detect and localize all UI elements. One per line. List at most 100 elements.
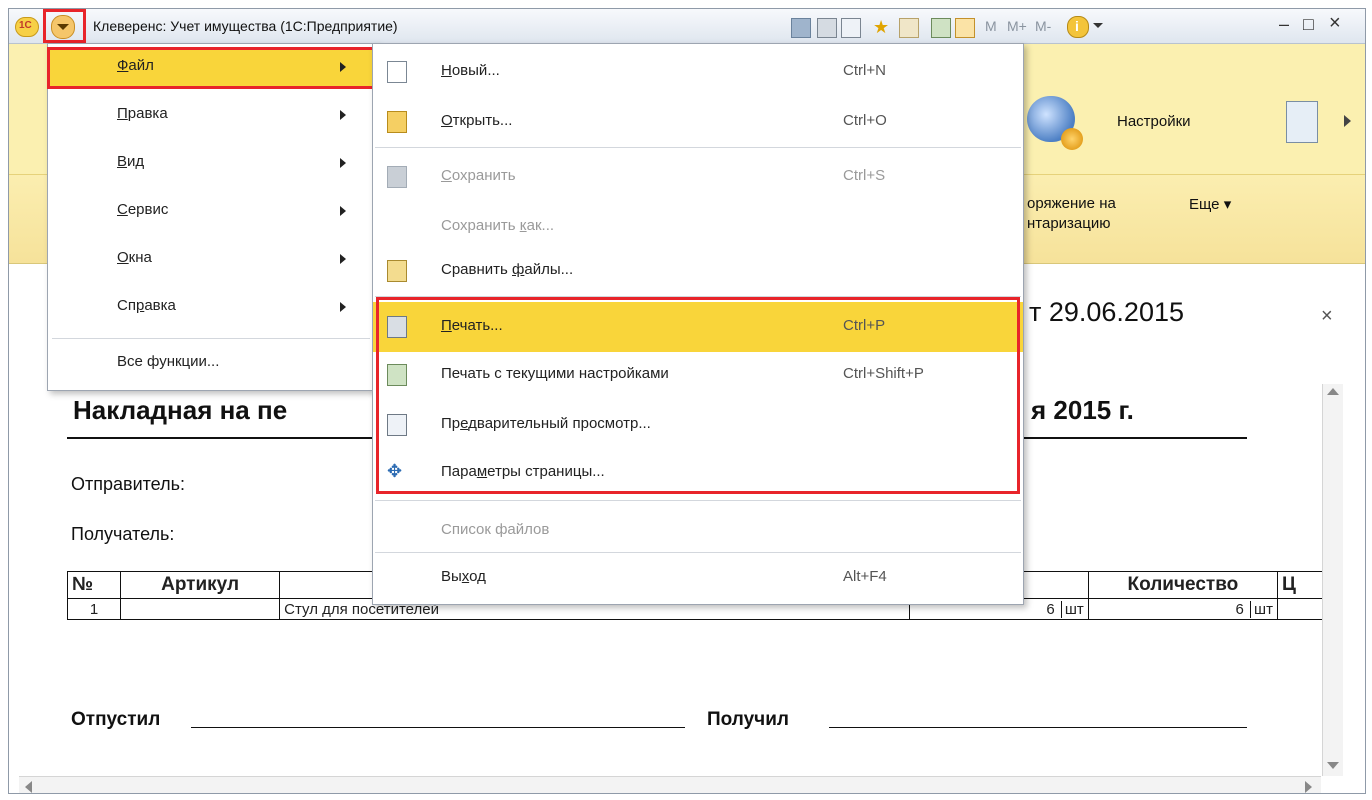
inventory-order-label-line2[interactable]: нтаризацию <box>1027 215 1111 232</box>
compare-files-icon <box>387 260 407 282</box>
scroll-right-icon[interactable] <box>1305 781 1312 793</box>
save-rest: охранить <box>451 167 516 184</box>
file-menu-open[interactable]: Открыть... Ctrl+O <box>373 97 1023 147</box>
cell-unit2: шт <box>1250 600 1273 618</box>
favorites-star-icon[interactable]: ★ <box>873 17 889 38</box>
calculator-icon[interactable] <box>931 18 951 38</box>
menu-file-accel: Ф <box>117 57 129 74</box>
horizontal-scrollbar[interactable] <box>19 776 1321 793</box>
file-menu-exit[interactable]: Выход Alt+F4 <box>373 556 1023 600</box>
menu-edit-rest: равка <box>127 105 168 122</box>
released-signature-line <box>191 727 685 728</box>
menu-item-help[interactable]: Справка <box>48 288 376 328</box>
cell-qty2-value: 6 <box>1235 600 1244 618</box>
menu-all-functions-label: Все функции... <box>117 353 220 370</box>
cell-qty2: 6 шт <box>1087 598 1278 620</box>
exit-shortcut: Alt+F4 <box>843 568 887 585</box>
more-button[interactable]: Еще ▾ <box>1189 195 1231 213</box>
save-accel: С <box>441 167 452 184</box>
save-shortcut: Ctrl+S <box>843 167 886 184</box>
print-items-highlight-frame <box>376 297 1020 494</box>
menu-separator <box>52 338 370 339</box>
open-rest: ткрыть... <box>452 112 513 129</box>
memory-m-button[interactable]: M <box>985 18 997 34</box>
menu-item-edit[interactable]: Правка <box>48 96 376 136</box>
menu-service-rest: ервис <box>127 201 169 218</box>
file-menu-compare[interactable]: Сравнить файлы... <box>373 246 1023 296</box>
released-label: Отпустил <box>71 709 161 730</box>
open-shortcut: Ctrl+O <box>843 112 887 129</box>
settings-small-gear-icon <box>1061 128 1083 150</box>
title-bar: 1С Клеверенс: Учет имущества (1С:Предпри… <box>9 9 1365 44</box>
vertical-scrollbar[interactable] <box>1322 384 1343 776</box>
menu-windows-accel: О <box>117 249 129 266</box>
cell-unit1: шт <box>1060 600 1084 618</box>
menu-separator <box>375 500 1021 501</box>
open-folder-icon <box>387 111 407 133</box>
header-quantity: Количество <box>1087 571 1278 599</box>
submenu-arrow-icon <box>340 62 346 72</box>
new-rest: овый... <box>451 62 500 79</box>
calendar-icon[interactable] <box>955 18 975 38</box>
exit-rest: од <box>469 568 486 585</box>
menu-separator <box>375 147 1021 148</box>
open-accel: О <box>441 112 453 129</box>
menu-file-rest: айл <box>128 57 154 74</box>
inventory-order-label-line1[interactable]: оряжение на <box>1027 195 1116 212</box>
save-icon[interactable] <box>791 18 811 38</box>
header-price: Ц <box>1276 571 1328 599</box>
submenu-arrow-icon <box>340 158 346 168</box>
app-logo-icon: 1С <box>15 17 39 37</box>
received-signature-line <box>829 727 1247 728</box>
new-accel: Н <box>441 62 452 79</box>
info-dropdown-arrow-icon[interactable] <box>1093 23 1103 28</box>
recipient-label: Получатель: <box>71 524 175 544</box>
menu-help-pre: Сп <box>117 297 136 314</box>
memory-plus-button[interactable]: M+ <box>1007 18 1027 34</box>
bookmark-icon[interactable] <box>899 18 919 38</box>
file-menu-save-as[interactable]: Сохранить как... <box>373 202 1023 252</box>
print-icon[interactable] <box>817 18 837 38</box>
main-menu: Файл Правка Вид Сервис Окна Справка Все … <box>47 43 377 391</box>
menu-item-view[interactable]: Вид <box>48 144 376 184</box>
file-menu-new[interactable]: Новый... Ctrl+N <box>373 47 1023 97</box>
file-menu-file-list[interactable]: Список файлов <box>373 506 1023 556</box>
header-article: Артикул <box>120 571 281 599</box>
submenu-arrow-icon <box>340 110 346 120</box>
scroll-left-icon[interactable] <box>25 781 32 793</box>
scroll-down-icon[interactable] <box>1327 762 1339 769</box>
document-date: т 29.06.2015 <box>1029 297 1184 327</box>
cell-article <box>120 598 281 620</box>
menu-service-accel: С <box>117 201 128 218</box>
preview-icon[interactable] <box>841 18 861 38</box>
menu-item-windows[interactable]: Окна <box>48 240 376 280</box>
header-num: № <box>66 571 122 599</box>
close-window-button[interactable]: × <box>1329 12 1341 35</box>
menu-item-file[interactable]: Файл <box>47 47 377 89</box>
menu-item-service[interactable]: Сервис <box>48 192 376 232</box>
save-as-pre: Сохранить <box>441 217 520 234</box>
report-icon[interactable] <box>1286 101 1318 143</box>
compare-accel: ф <box>512 261 525 278</box>
compare-rest: айлы... <box>524 261 574 278</box>
scroll-up-icon[interactable] <box>1327 388 1339 395</box>
new-shortcut: Ctrl+N <box>843 62 886 79</box>
cell-qty1-value: 6 <box>1046 600 1055 618</box>
maximize-button[interactable]: □ <box>1303 14 1314 35</box>
menu-separator <box>375 552 1021 553</box>
memory-minus-button[interactable]: M- <box>1035 18 1051 34</box>
info-icon[interactable]: i <box>1067 16 1089 38</box>
menu-help-rest: авка <box>144 297 176 314</box>
window-title: Клеверенс: Учет имущества (1С:Предприяти… <box>93 18 398 34</box>
close-document-button[interactable]: × <box>1321 305 1333 328</box>
settings-section-link[interactable]: Настройки <box>1117 113 1191 130</box>
menu-button-highlight-frame <box>43 9 86 43</box>
cell-price <box>1276 598 1328 620</box>
file-menu-save[interactable]: Сохранить Ctrl+S <box>373 152 1023 202</box>
compare-pre: Сравнить <box>441 261 513 278</box>
scroll-right-arrow-icon[interactable] <box>1344 115 1351 127</box>
menu-view-rest: ид <box>127 153 145 170</box>
received-label: Получил <box>707 709 789 730</box>
menu-item-all-functions[interactable]: Все функции... <box>48 344 376 384</box>
minimize-button[interactable]: – <box>1279 14 1289 35</box>
